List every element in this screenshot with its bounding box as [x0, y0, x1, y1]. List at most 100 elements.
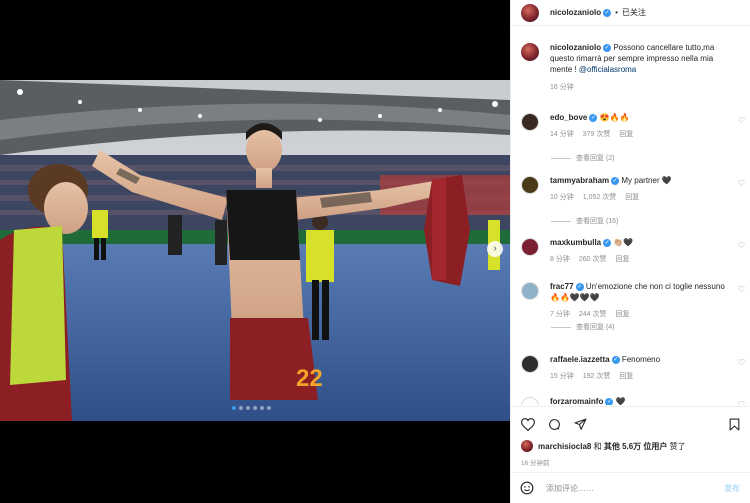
commenter-username[interactable]: edo_bove — [550, 113, 587, 122]
commenter-avatar[interactable] — [521, 397, 539, 405]
post-timestamp: 16 分钟前 — [521, 460, 550, 467]
post-header: nicolozaniolo ✓ • 已关注 — [511, 0, 750, 26]
comment-likes[interactable]: 1,052 次赞 — [583, 192, 616, 203]
comment-like-heart-icon[interactable]: ♡ — [738, 400, 745, 405]
comment-item: maxkumbulla ✓ 👏🏼🖤 8 分钟 260 次赞 回复 — [521, 237, 747, 265]
carousel-dots — [232, 406, 271, 410]
comment-meta: 14 分钟 379 次赞 回复 — [550, 129, 730, 140]
comment-like-heart-icon[interactable]: ♡ — [738, 179, 745, 188]
comment-like-heart-icon[interactable]: ♡ — [738, 116, 745, 125]
caption-mention-link[interactable]: @officialasroma — [579, 65, 636, 74]
comment-likes[interactable]: 192 次赞 — [583, 371, 611, 382]
save-button[interactable] — [726, 416, 742, 432]
heart-icon — [521, 417, 535, 431]
comments-list: nicolozaniolo ✓ Possono cancellare tutto,… — [511, 27, 750, 405]
comment-bubble-icon — [548, 418, 560, 430]
post-photo[interactable]: 22 — [0, 80, 510, 421]
comment-body: maxkumbulla ✓ 👏🏼🖤 8 分钟 260 次赞 回复 — [550, 237, 730, 265]
chevron-right-icon: › — [493, 243, 497, 254]
comment-reply-button[interactable]: 回复 — [625, 192, 639, 203]
verified-badge-icon: ✓ — [605, 397, 614, 405]
commenter-avatar[interactable] — [521, 282, 539, 300]
commenter-avatar[interactable] — [521, 355, 539, 373]
comment-text-block: frac77 ✓ Un'emozione che non ci toglie ne… — [550, 281, 730, 303]
replies-divider — [551, 326, 571, 328]
commenter-username[interactable]: tammyabraham — [550, 176, 609, 185]
comment-likes[interactable]: 260 次赞 — [579, 254, 607, 265]
svg-text:22: 22 — [296, 365, 323, 392]
likes-summary: marchisiocla8 和 其他 5.6万 位用户 赞了 — [521, 440, 686, 452]
verified-badge-icon: ✓ — [611, 176, 620, 185]
comment-like-heart-icon[interactable]: ♡ — [738, 241, 745, 250]
comment-item: forzaromainfo ✓ 🖤 — [521, 396, 747, 405]
view-replies-button[interactable]: 查看回复 (4) — [551, 322, 615, 332]
carousel-next-button[interactable]: › — [487, 241, 503, 257]
post-side-panel: nicolozaniolo ✓ • 已关注 nicolozaniolo ✓ Pos… — [510, 0, 750, 503]
comment-reply-button[interactable]: 回复 — [619, 371, 633, 382]
follow-status-button[interactable]: 已关注 — [622, 7, 646, 18]
bookmark-icon — [729, 418, 739, 430]
view-replies-label[interactable]: 查看回复 (2) — [576, 153, 615, 163]
commenter-username[interactable]: raffaele.iazzetta — [550, 355, 610, 364]
comment-meta: 10 分钟 1,052 次赞 回复 — [550, 192, 730, 203]
carousel-dot — [267, 406, 271, 410]
comment-text: 👏🏼🖤 — [613, 238, 634, 247]
carousel-dot — [239, 406, 243, 410]
likes-others-count[interactable]: 其他 5.6万 位用户 — [604, 442, 668, 451]
comment-item: frac77 ✓ Un'emozione che non ci toglie ne… — [521, 281, 747, 320]
comment-like-heart-icon[interactable]: ♡ — [738, 285, 745, 294]
liker-avatar[interactable] — [521, 440, 533, 452]
comment-like-heart-icon[interactable]: ♡ — [738, 358, 745, 367]
comment-button[interactable] — [546, 416, 562, 432]
comment-text: 😍🔥🔥 — [599, 113, 630, 122]
comment-reply-button[interactable]: 回复 — [615, 309, 629, 320]
author-avatar[interactable] — [521, 3, 539, 22]
post-media-area: 22 › — [0, 0, 510, 503]
commenter-avatar[interactable] — [521, 238, 539, 256]
view-replies-label[interactable]: 查看回复 (4) — [576, 322, 615, 332]
post-comment-button[interactable]: 发布 — [724, 483, 740, 494]
comment-item: tammyabraham ✓ My partner 🖤 10 分钟 1,052 次… — [521, 175, 747, 203]
comment-body: frac77 ✓ Un'emozione che non ci toglie ne… — [550, 281, 730, 320]
like-button[interactable] — [520, 416, 536, 432]
replies-divider — [551, 157, 571, 159]
carousel-dot — [253, 406, 257, 410]
comment-text: 🖤 — [615, 397, 626, 405]
caption-username[interactable]: nicolozaniolo — [550, 43, 601, 52]
verified-badge-icon: ✓ — [575, 282, 584, 291]
comment-text: Fenomeno — [621, 355, 661, 364]
view-replies-button[interactable]: 查看回复 (2) — [551, 153, 615, 163]
stadium-celebration-image: 22 — [0, 80, 510, 421]
likes-connector: 和 — [593, 441, 602, 451]
commenter-avatar[interactable] — [521, 176, 539, 194]
comment-text-block: forzaromainfo ✓ 🖤 — [550, 396, 730, 405]
emoji-icon[interactable] — [520, 481, 534, 495]
comment-reply-button[interactable]: 回复 — [615, 254, 629, 265]
carousel-dot — [246, 406, 250, 410]
comment-text: My partner 🖤 — [621, 176, 672, 185]
view-replies-button[interactable]: 查看回复 (16) — [551, 216, 618, 226]
commenter-avatar[interactable] — [521, 113, 539, 131]
comment-likes[interactable]: 244 次赞 — [579, 309, 607, 320]
commenter-username[interactable]: maxkumbulla — [550, 238, 601, 247]
comment-text-block: tammyabraham ✓ My partner 🖤 — [550, 175, 730, 186]
share-button[interactable] — [572, 416, 588, 432]
comment-meta: 15 分钟 192 次赞 回复 — [550, 371, 730, 382]
caption-author-avatar[interactable] — [521, 43, 539, 61]
comment-input[interactable]: 添加评论…… — [546, 483, 594, 494]
comment-time: 10 分钟 — [550, 194, 574, 201]
likes-text[interactable]: marchisiocla8 和 其他 5.6万 位用户 赞了 — [538, 441, 686, 452]
commenter-username[interactable]: frac77 — [550, 282, 574, 291]
commenter-username[interactable]: forzaromainfo — [550, 397, 603, 405]
comment-time: 8 分钟 — [550, 256, 570, 263]
author-username[interactable]: nicolozaniolo — [550, 8, 601, 17]
view-replies-label[interactable]: 查看回复 (16) — [576, 216, 618, 226]
comment-text-block: maxkumbulla ✓ 👏🏼🖤 — [550, 237, 730, 248]
comment-time: 7 分钟 — [550, 311, 570, 318]
comment-reply-button[interactable]: 回复 — [619, 129, 633, 140]
verified-badge-icon: ✓ — [603, 8, 612, 17]
caption-body: nicolozaniolo ✓ Possono cancellare tutto,… — [550, 42, 730, 93]
comment-likes[interactable]: 379 次赞 — [583, 129, 611, 140]
liker-username[interactable]: marchisiocla8 — [538, 442, 591, 451]
verified-badge-icon: ✓ — [603, 43, 612, 52]
